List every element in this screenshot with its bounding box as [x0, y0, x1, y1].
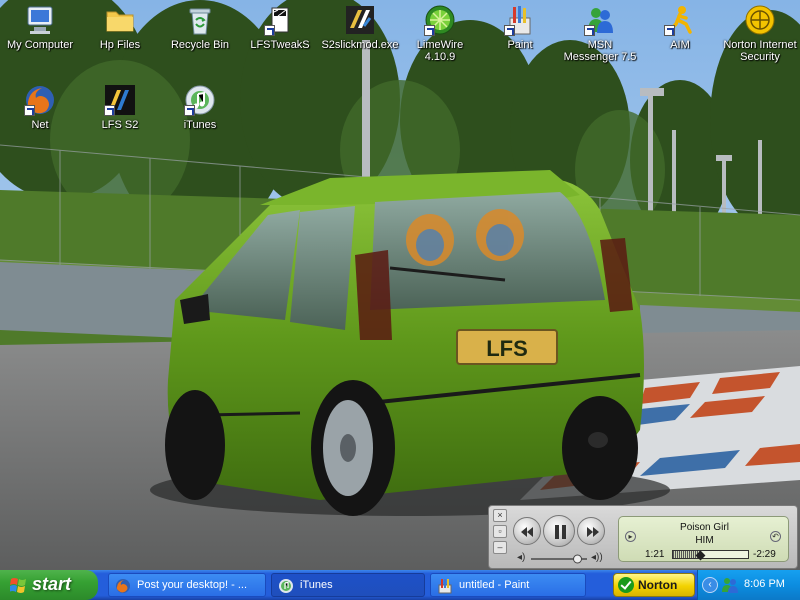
folder-icon — [104, 4, 136, 36]
desktop-icon-lfstweaks[interactable]: LFSTweakS — [240, 4, 320, 51]
volume-knob[interactable] — [573, 554, 582, 564]
song-title: Poison Girl — [680, 522, 729, 533]
desktop-icon-label: Hp Files — [99, 39, 141, 51]
paint-icon — [504, 4, 536, 36]
shortcut-arrow-icon — [24, 105, 35, 116]
show-hidden-icons-button[interactable]: ‹ — [702, 577, 718, 593]
start-label: start — [32, 574, 72, 594]
progress-knob[interactable] — [695, 550, 706, 561]
desktop-icon-label: My Computer — [6, 39, 74, 51]
clock[interactable]: 8:06 PM — [744, 578, 785, 590]
windows-flag-icon — [10, 578, 26, 593]
next-button[interactable] — [577, 517, 605, 545]
shortcut-arrow-icon — [184, 105, 195, 116]
aim-icon — [664, 4, 696, 36]
progress-bar[interactable] — [672, 550, 749, 561]
desktop-icon-my-computer[interactable]: My Computer — [0, 4, 80, 51]
norton-tray-button[interactable]: Norton — [613, 573, 695, 597]
task-button-itunes[interactable]: iTunes — [271, 573, 425, 597]
remaining-time: -2:29 — [753, 549, 776, 560]
task-label: Post your desktop! - ... — [137, 579, 248, 591]
close-button[interactable]: × — [493, 509, 507, 522]
desktop-icon-label: AIM — [670, 39, 690, 51]
desktop-icon-net[interactable]: Net — [0, 84, 80, 131]
shortcut-arrow-icon — [424, 25, 435, 36]
s2slickmod-icon — [344, 4, 376, 36]
firefox-icon — [24, 84, 56, 116]
check-icon — [618, 577, 634, 593]
previous-icon — [521, 527, 533, 537]
desktop-icon-label: S2slickmod.exe — [321, 39, 399, 51]
desktop-icon-label: LimeWire 4.10.9 — [416, 39, 464, 63]
limewire-icon — [424, 4, 456, 36]
paint-icon — [438, 579, 452, 594]
desktop-icon-label: iTunes — [183, 119, 217, 131]
desktop-icon-label: Paint — [507, 39, 533, 51]
previous-button[interactable] — [513, 517, 541, 545]
norton-internet-security-icon — [744, 4, 776, 36]
desktop-icon-label: LFS S2 — [101, 119, 139, 131]
desktop-icon-s2slickmod[interactable]: S2slickmod.exe — [320, 4, 400, 51]
itunes-mini-player[interactable]: × ▫ – ◂) ◂)) Poison Girl HIM ▸ ↶ 1:21 -2… — [488, 505, 798, 569]
volume-high-icon: ◂)) — [591, 552, 603, 563]
norton-label: Norton — [638, 578, 678, 592]
taskbar: start Post your desktop! - ... iTunes un… — [0, 570, 800, 600]
desktop-icon-label: Norton Internet Security — [723, 39, 797, 63]
elapsed-time: 1:21 — [645, 549, 665, 560]
lcd-back-icon[interactable]: ↶ — [770, 531, 781, 542]
desktop-icon-label: LFSTweakS — [250, 39, 310, 51]
desktop-icon-paint[interactable]: Paint — [480, 4, 560, 51]
desktop-icon-hp-files[interactable]: Hp Files — [80, 4, 160, 51]
shortcut-arrow-icon — [504, 25, 515, 36]
task-label: iTunes — [300, 579, 333, 591]
desktop-icon-lfs-s2[interactable]: LFS S2 — [80, 84, 160, 131]
shortcut-arrow-icon — [664, 25, 675, 36]
next-icon — [587, 527, 599, 537]
desktop-icon-limewire[interactable]: LimeWire 4.10.9 — [400, 4, 480, 63]
desktop-icon-aim[interactable]: AIM — [640, 4, 720, 51]
task-button-paint[interactable]: untitled - Paint — [430, 573, 586, 597]
license-plate-text: LFS — [486, 336, 528, 361]
zoom-button[interactable]: ▫ — [493, 525, 507, 538]
shortcut-arrow-icon — [264, 25, 275, 36]
shortcut-arrow-icon — [584, 25, 595, 36]
desktop-icon-recycle-bin[interactable]: Recycle Bin — [160, 4, 240, 51]
desktop-icon-label: Net — [31, 119, 49, 131]
lcd-play-icon[interactable]: ▸ — [625, 531, 636, 542]
desktop-icon-label: MSN Messenger 7.5 — [563, 39, 637, 63]
pause-icon — [555, 525, 566, 539]
msn-messenger-icon — [584, 4, 616, 36]
desktop-icon-norton-internet-security[interactable]: Norton Internet Security — [720, 4, 800, 63]
msn-messenger-tray-icon[interactable] — [721, 577, 739, 593]
artist-name: HIM — [695, 535, 714, 546]
task-button-firefox[interactable]: Post your desktop! - ... — [108, 573, 266, 597]
lfstweaks-icon — [264, 4, 296, 36]
desktop-icon-msn-messenger[interactable]: MSN Messenger 7.5 — [560, 4, 640, 63]
task-label: untitled - Paint — [459, 579, 530, 591]
shortcut-arrow-icon — [104, 105, 115, 116]
lcd-display: Poison Girl HIM ▸ ↶ 1:21 -2:29 — [618, 516, 789, 562]
itunes-icon — [184, 84, 216, 116]
itunes-icon — [279, 579, 293, 593]
my-computer-icon — [24, 4, 56, 36]
recycle-bin-icon — [184, 4, 216, 36]
start-button[interactable]: start — [0, 570, 98, 600]
volume-slider[interactable] — [531, 554, 589, 564]
desktop-icon-itunes[interactable]: iTunes — [160, 84, 240, 131]
pause-button[interactable] — [543, 515, 575, 547]
desktop-icon-label: Recycle Bin — [170, 39, 230, 51]
system-tray: ‹ 8:06 PM — [697, 570, 800, 600]
lfs-s2-icon — [104, 84, 136, 116]
minimize-button[interactable]: – — [493, 541, 507, 554]
firefox-icon — [116, 579, 130, 593]
volume-low-icon: ◂) — [517, 552, 526, 563]
